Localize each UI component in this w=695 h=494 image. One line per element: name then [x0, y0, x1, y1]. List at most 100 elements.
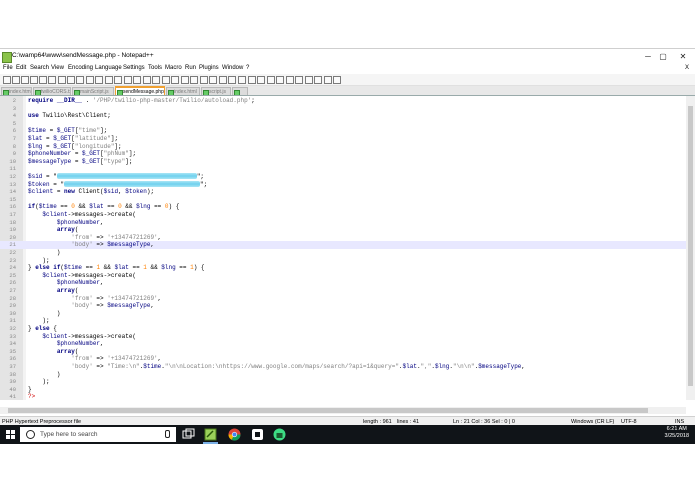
code-line[interactable]: 36 'from' => '+13474721269', [0, 355, 686, 363]
code-line[interactable]: 16 if($time == 0 && $lat == 0 && $lng == … [0, 203, 686, 211]
code-line[interactable]: 20 'from' => '+13474721269', [0, 234, 686, 242]
code-line[interactable]: 22 ) [0, 249, 686, 257]
windows-start-icon[interactable] [6, 430, 15, 439]
app-icon[interactable] [251, 428, 264, 441]
toolbar-button-icon[interactable] [21, 76, 29, 84]
menu-tools[interactable]: Tools [148, 65, 162, 71]
code-line[interactable]: 5 [0, 120, 686, 128]
notepadpp-taskbar-icon[interactable] [204, 428, 217, 441]
code-line[interactable]: 33 $client->messages->create( [0, 333, 686, 341]
code-line[interactable]: 39 ); [0, 378, 686, 386]
tab-index-html[interactable]: index.html [166, 87, 200, 95]
toolbar-button-icon[interactable] [114, 76, 122, 84]
toolbar-button-icon[interactable] [305, 76, 313, 84]
task-view-icon[interactable] [182, 428, 195, 441]
code-line[interactable]: 29 'body' => $messageType, [0, 302, 686, 310]
toolbar-button-icon[interactable] [48, 76, 56, 84]
toolbar-button-icon[interactable] [295, 76, 303, 84]
toolbar-button-icon[interactable] [219, 76, 227, 84]
tab-script-js[interactable]: script.js [201, 87, 231, 95]
chrome-icon[interactable] [228, 428, 241, 441]
toolbar-button-icon[interactable] [286, 76, 294, 84]
toolbar-button-icon[interactable] [228, 76, 236, 84]
code-line[interactable]: 31 ); [0, 317, 686, 325]
tab-mainscript-js[interactable]: mainScript.js [72, 87, 114, 95]
toolbar-button-icon[interactable] [238, 76, 246, 84]
menu-help[interactable]: ? [246, 65, 249, 71]
tab-twiliocors-txt[interactable]: twilioCORS.txt [33, 87, 71, 95]
code-line[interactable]: 7 $lat = $_GET["latitude"]; [0, 135, 686, 143]
toolbar-button-icon[interactable] [67, 76, 75, 84]
maximize-button[interactable]: ▢ [655, 51, 671, 63]
code-line[interactable]: 2 require __DIR__ . '/PHP/twilio-php-mast… [0, 97, 686, 105]
close-button[interactable]: ✕ [675, 51, 691, 63]
horizontal-scroll-thumb[interactable] [8, 408, 648, 413]
toolbar-button-icon[interactable] [333, 76, 341, 84]
code-line[interactable]: 18 $phoneNumber, [0, 219, 686, 227]
code-line[interactable]: 28 'from' => '+13474721269', [0, 295, 686, 303]
toolbar-button-icon[interactable] [105, 76, 113, 84]
toolbar-button-icon[interactable] [267, 76, 275, 84]
toolbar-button-icon[interactable] [12, 76, 20, 84]
tab-index-html[interactable]: index.html [1, 87, 32, 95]
code-line[interactable]: 35 array( [0, 348, 686, 356]
code-line[interactable]: 37 'body' => "Time:\n".$time."\n\nLocati… [0, 363, 686, 371]
menu-plugins[interactable]: Plugins [199, 65, 219, 71]
toolbar-button-icon[interactable] [124, 76, 132, 84]
toolbar-button-icon[interactable] [133, 76, 141, 84]
vertical-scroll-thumb[interactable] [688, 106, 693, 386]
menu-run[interactable]: Run [185, 65, 196, 71]
code-line[interactable]: 40} [0, 386, 686, 394]
code-line[interactable]: 21 'body' => $messageType, [0, 241, 686, 249]
code-line[interactable]: 15 [0, 196, 686, 204]
code-line[interactable]: 34 $phoneNumber, [0, 340, 686, 348]
toolbar-button-icon[interactable] [324, 76, 332, 84]
taskbar-search-box[interactable]: Type here to search [20, 427, 176, 442]
code-line[interactable]: 9 $phoneNumber = $_GET["phNum"]; [0, 150, 686, 158]
tab-extra[interactable] [232, 87, 248, 95]
toolbar-button-icon[interactable] [181, 76, 189, 84]
menu-edit[interactable]: Edit [16, 65, 26, 71]
menu-file[interactable]: File [3, 65, 13, 71]
toolbar-button-icon[interactable] [3, 76, 11, 84]
code-editor[interactable]: 2 require __DIR__ . '/PHP/twilio-php-mast… [0, 96, 686, 400]
document-close-button[interactable]: X [685, 65, 689, 71]
menu-encoding[interactable]: Encoding [68, 65, 93, 71]
code-line[interactable]: 25 $client->messages->create( [0, 272, 686, 280]
menu-settings[interactable]: Settings [123, 65, 145, 71]
vertical-scrollbar[interactable] [686, 96, 695, 400]
code-line[interactable]: 26 $phoneNumber, [0, 279, 686, 287]
code-line[interactable]: 32} else { [0, 325, 686, 333]
system-clock[interactable]: 6:21 AM 3/25/2018 [665, 426, 689, 440]
code-line[interactable]: 19 array( [0, 226, 686, 234]
code-line[interactable]: 41 ?> [0, 393, 686, 400]
code-line[interactable]: 27 array( [0, 287, 686, 295]
toolbar-button-icon[interactable] [152, 76, 160, 84]
horizontal-scrollbar[interactable] [0, 407, 686, 414]
toolbar-button-icon[interactable] [209, 76, 217, 84]
code-line[interactable]: 14 $client = new Client($sid, $token); [0, 188, 686, 196]
code-line[interactable]: 11 [0, 165, 686, 173]
code-line[interactable]: 17 $client->messages->create( [0, 211, 686, 219]
code-line[interactable]: 12 $sid = " "; [0, 173, 686, 181]
menu-window[interactable]: Window [222, 65, 243, 71]
code-line[interactable]: 30 ) [0, 310, 686, 318]
code-line[interactable]: 4 use Twilio\Rest\Client; [0, 112, 686, 120]
toolbar-button-icon[interactable] [30, 76, 38, 84]
microphone-icon[interactable] [165, 430, 170, 438]
toolbar-button-icon[interactable] [143, 76, 151, 84]
toolbar-button-icon[interactable] [314, 76, 322, 84]
code-line[interactable]: 24} else if($time == 1 && $lat == 1 && $… [0, 264, 686, 272]
code-line[interactable]: 8 $lng = $_GET["longitude"]; [0, 143, 686, 151]
toolbar-button-icon[interactable] [257, 76, 265, 84]
code-line[interactable]: 10 $messageType = $_GET["type"]; [0, 158, 686, 166]
menu-macro[interactable]: Macro [165, 65, 182, 71]
toolbar-button-icon[interactable] [86, 76, 94, 84]
toolbar-button-icon[interactable] [95, 76, 103, 84]
toolbar-button-icon[interactable] [200, 76, 208, 84]
minimize-button[interactable]: ─ [640, 51, 656, 63]
code-line[interactable]: 3 [0, 105, 686, 113]
code-line[interactable]: 13 $token = " "; [0, 181, 686, 189]
toolbar-button-icon[interactable] [248, 76, 256, 84]
menu-view[interactable]: View [51, 65, 64, 71]
